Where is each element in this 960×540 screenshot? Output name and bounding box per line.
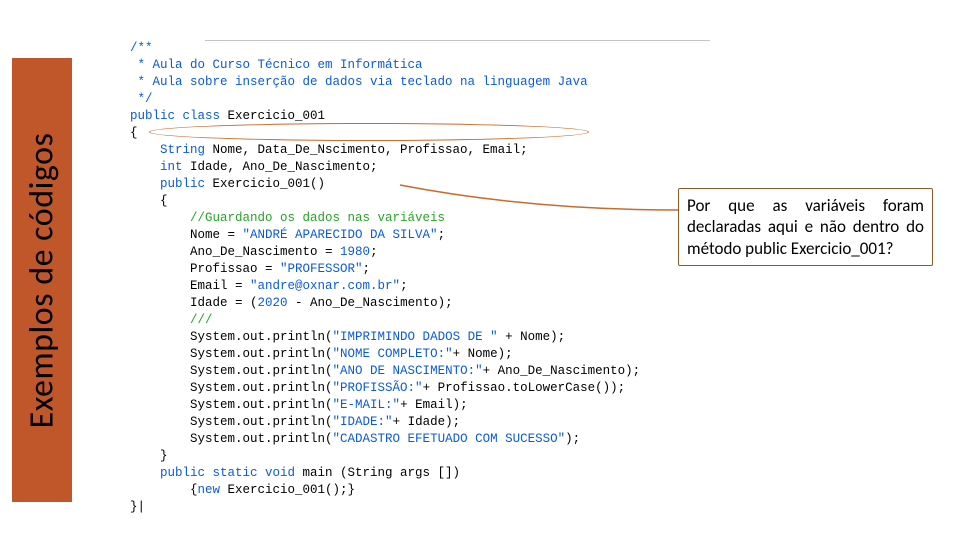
- sidebar-title: Exemplos de códigos: [22, 132, 63, 428]
- code-line: Email = "andre@oxnar.com.br";: [130, 278, 930, 295]
- code-line: */: [130, 91, 930, 108]
- code-line: System.out.println("CADASTRO EFETUADO CO…: [130, 431, 930, 448]
- code-line: {new Exercicio_001();}: [130, 482, 930, 499]
- code-line: System.out.println("NOME COMPLETO:"+ Nom…: [130, 346, 930, 363]
- code-line: /**: [130, 40, 930, 57]
- code-line: * Aula do Curso Técnico em Informática: [130, 57, 930, 74]
- code-line: public static void main (String args []): [130, 465, 930, 482]
- code-line: System.out.println("IDADE:"+ Idade);: [130, 414, 930, 431]
- highlight-oval: [149, 123, 589, 141]
- code-line: String Nome, Data_De_Nscimento, Profissa…: [130, 142, 930, 159]
- code-line: }|: [130, 499, 930, 516]
- callout-box: Por que as variáveis foram declaradas aq…: [678, 188, 933, 266]
- code-line: System.out.println("PROFISSÃO:"+ Profiss…: [130, 380, 930, 397]
- code-line: System.out.println("E-MAIL:"+ Email);: [130, 397, 930, 414]
- code-line: System.out.println("ANO DE NASCIMENTO:"+…: [130, 363, 930, 380]
- code-line: int Idade, Ano_De_Nascimento;: [130, 159, 930, 176]
- code-line: System.out.println("IMPRIMINDO DADOS DE …: [130, 329, 930, 346]
- callout-text: Por que as variáveis foram declaradas aq…: [687, 195, 924, 259]
- code-line: }: [130, 448, 930, 465]
- code-line: public class Exercicio_001: [130, 108, 930, 125]
- code-line: ///: [130, 312, 930, 329]
- code-line: * Aula sobre inserção de dados via tecla…: [130, 74, 930, 91]
- code-line: Idade = (2020 - Ano_De_Nascimento);: [130, 295, 930, 312]
- sidebar: Exemplos de códigos: [12, 58, 72, 502]
- code-block: /** * Aula do Curso Técnico em Informáti…: [130, 40, 930, 510]
